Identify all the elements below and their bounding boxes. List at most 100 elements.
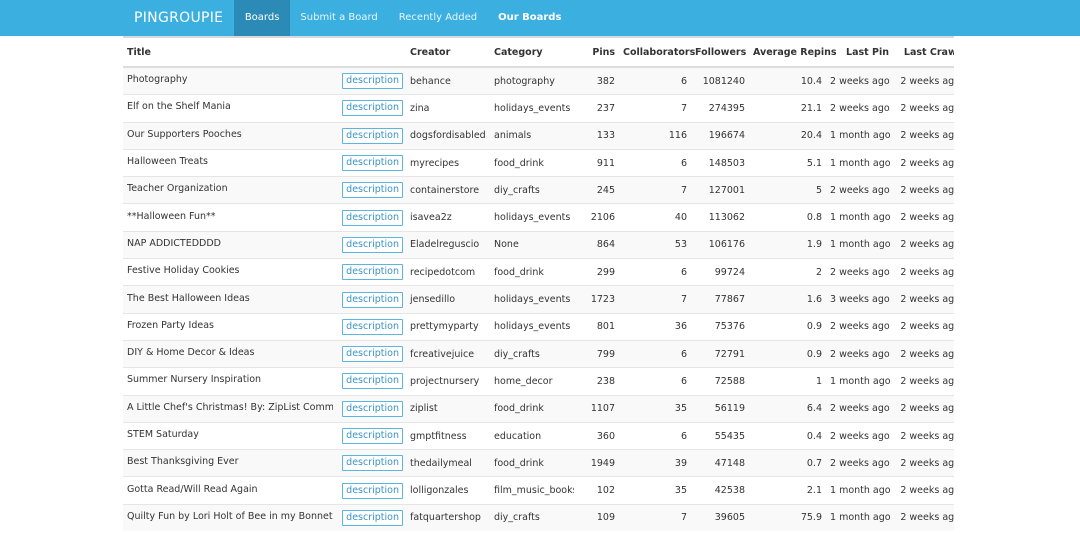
average-repins-cell: 1 bbox=[749, 367, 826, 396]
description-button[interactable]: description bbox=[342, 318, 403, 335]
header-last-crawl[interactable]: Last Crawl bbox=[893, 38, 954, 68]
header-average-repins[interactable]: Average Repins bbox=[749, 38, 837, 68]
description-button[interactable]: description bbox=[342, 264, 403, 281]
nav-boards[interactable]: Boards bbox=[234, 0, 290, 36]
title-cell: **Halloween Fun** description bbox=[123, 203, 406, 232]
header-collaborators[interactable]: Collaborators bbox=[619, 38, 695, 68]
board-title-link[interactable]: A Little Chef's Christmas! By: ZipList C… bbox=[127, 402, 333, 413]
creator-cell[interactable]: isavea2z bbox=[406, 203, 490, 232]
creator-cell[interactable]: containerstore bbox=[406, 176, 490, 204]
description-button[interactable]: description bbox=[342, 291, 403, 308]
header-followers[interactable]: Followers bbox=[691, 38, 749, 68]
table-row: Best Thanksgiving Ever description thedail… bbox=[123, 449, 954, 477]
creator-cell[interactable]: recipedotcom bbox=[406, 258, 490, 286]
board-title-link[interactable]: NAP ADDICTEDDDD bbox=[127, 238, 221, 249]
board-title-link[interactable]: Summer Nursery Inspiration bbox=[127, 374, 261, 385]
board-title-link[interactable]: Photography bbox=[127, 74, 188, 85]
average-repins-cell: 0.9 bbox=[749, 312, 826, 341]
creator-cell[interactable]: fatquartershop bbox=[406, 503, 490, 532]
nav-submit-board[interactable]: Submit a Board bbox=[290, 0, 388, 36]
title-cell: A Little Chef's Christmas! By: ZipList C… bbox=[123, 394, 406, 423]
table-row: Gotta Read/Will Read Again description lol… bbox=[123, 476, 954, 505]
header-creator[interactable]: Creator bbox=[406, 38, 490, 68]
average-repins-cell: 6.4 bbox=[749, 394, 826, 423]
header-pins[interactable]: Pins bbox=[574, 38, 619, 68]
description-button[interactable]: description bbox=[342, 100, 403, 117]
nav-recently-added[interactable]: Recently Added bbox=[388, 0, 487, 36]
description-button[interactable]: description bbox=[342, 428, 403, 444]
collaborators-cell: 36 bbox=[619, 312, 691, 341]
description-button[interactable]: description bbox=[342, 155, 403, 172]
average-repins-cell: 21.1 bbox=[749, 94, 826, 123]
pins-cell: 133 bbox=[574, 121, 619, 150]
description-button[interactable]: description bbox=[342, 236, 403, 253]
creator-cell[interactable]: lolligonzales bbox=[406, 476, 490, 505]
description-button[interactable]: description bbox=[342, 73, 403, 90]
description-button[interactable]: description bbox=[342, 373, 403, 390]
followers-cell: 148503 bbox=[691, 148, 749, 177]
board-title-link[interactable]: Quilty Fun by Lori Holt of Bee in my Bon… bbox=[127, 511, 333, 522]
pins-cell: 1107 bbox=[574, 394, 619, 423]
creator-cell[interactable]: ziplist bbox=[406, 394, 490, 423]
average-repins-cell: 5.1 bbox=[749, 148, 826, 177]
creator-cell[interactable]: zina bbox=[406, 94, 490, 123]
creator-cell[interactable]: gmptfitness bbox=[406, 421, 490, 450]
description-button[interactable]: description bbox=[342, 346, 403, 363]
header-category[interactable]: Category bbox=[490, 38, 574, 68]
nav-our-boards[interactable]: Our Boards bbox=[488, 0, 572, 36]
creator-cell[interactable]: dogsfordisabled bbox=[406, 121, 490, 150]
average-repins-cell: 20.4 bbox=[749, 121, 826, 150]
board-title-link[interactable]: Teacher Organization bbox=[127, 183, 228, 194]
last-crawl-cell: 2 weeks ago bbox=[893, 367, 954, 396]
average-repins-cell: 0.8 bbox=[749, 203, 826, 232]
description-button[interactable]: description bbox=[342, 209, 403, 226]
last-pin-cell: 2 weeks ago bbox=[826, 421, 893, 450]
board-title-link[interactable]: **Halloween Fun** bbox=[127, 211, 216, 222]
pins-cell: 109 bbox=[574, 503, 619, 532]
creator-cell[interactable]: myrecipes bbox=[406, 148, 490, 177]
description-button[interactable]: description bbox=[342, 482, 403, 499]
creator-cell[interactable]: behance bbox=[406, 66, 490, 95]
last-crawl-cell: 2 weeks ago bbox=[893, 421, 954, 450]
followers-cell: 42538 bbox=[691, 476, 749, 505]
board-title-link[interactable]: STEM Saturday bbox=[127, 429, 199, 440]
collaborators-cell: 7 bbox=[619, 503, 691, 532]
board-title-link[interactable]: Frozen Party Ideas bbox=[127, 320, 214, 331]
brand-logo[interactable]: PINGROUPIE bbox=[0, 0, 234, 36]
last-crawl-cell: 2 weeks ago bbox=[893, 258, 954, 286]
boards-table-container: Title Creator Category Pins Collaborator… bbox=[123, 36, 954, 533]
followers-cell: 39605 bbox=[691, 503, 749, 532]
last-pin-cell: 1 month ago bbox=[826, 503, 893, 532]
board-title-link[interactable]: Festive Holiday Cookies bbox=[127, 265, 240, 276]
last-crawl-cell: 2 weeks ago bbox=[893, 148, 954, 177]
description-button[interactable]: description bbox=[342, 509, 403, 526]
average-repins-cell: 75.9 bbox=[749, 503, 826, 532]
table-row: Elf on the Shelf Mania description zina hol… bbox=[123, 94, 954, 123]
creator-cell[interactable]: Eladelreguscio bbox=[406, 230, 490, 259]
table-row: STEM Saturday description gmptfitness educa… bbox=[123, 421, 954, 450]
description-button[interactable]: description bbox=[342, 182, 403, 199]
pins-cell: 382 bbox=[574, 66, 619, 95]
followers-cell: 77867 bbox=[691, 285, 749, 314]
board-title-link[interactable]: Gotta Read/Will Read Again bbox=[127, 484, 258, 495]
description-button[interactable]: description bbox=[342, 127, 403, 144]
pins-cell: 1949 bbox=[574, 449, 619, 477]
creator-cell[interactable]: thedailymeal bbox=[406, 449, 490, 477]
followers-cell: 72791 bbox=[691, 339, 749, 368]
description-button[interactable]: description bbox=[342, 400, 403, 417]
creator-cell[interactable]: fcreativejuice bbox=[406, 339, 490, 368]
board-title-link[interactable]: The Best Halloween Ideas bbox=[127, 293, 250, 304]
board-title-link[interactable]: Elf on the Shelf Mania bbox=[127, 101, 231, 112]
board-title-link[interactable]: Best Thanksgiving Ever bbox=[127, 456, 239, 467]
last-crawl-cell: 2 weeks ago bbox=[893, 285, 954, 314]
board-title-link[interactable]: Our Supporters Pooches bbox=[127, 129, 242, 140]
header-title[interactable]: Title bbox=[123, 38, 406, 68]
board-title-link[interactable]: DIY & Home Decor & Ideas bbox=[127, 347, 254, 358]
followers-cell: 106176 bbox=[691, 230, 749, 259]
creator-cell[interactable]: prettymyparty bbox=[406, 312, 490, 341]
description-button[interactable]: description bbox=[342, 455, 403, 472]
creator-cell[interactable]: projectnursery bbox=[406, 367, 490, 396]
category-cell: holidays_events bbox=[490, 312, 574, 341]
board-title-link[interactable]: Halloween Treats bbox=[127, 156, 208, 167]
creator-cell[interactable]: jensedillo bbox=[406, 285, 490, 314]
